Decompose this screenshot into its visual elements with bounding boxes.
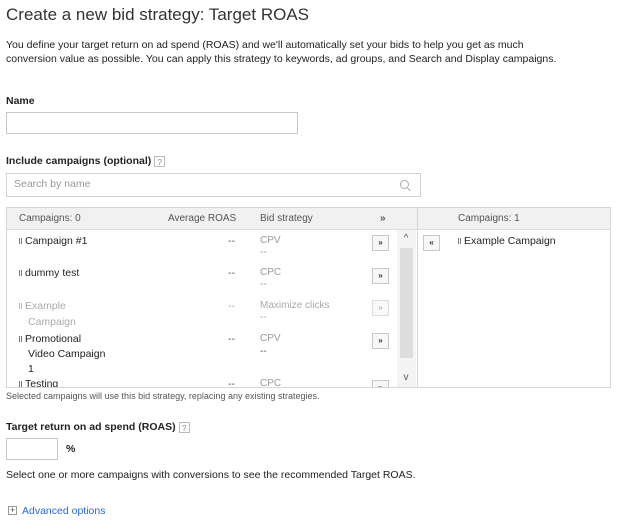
campaign-name-continued: Campaign	[28, 316, 76, 328]
search-icon	[400, 180, 409, 189]
drag-handle-icon[interactable]	[19, 238, 22, 245]
add-campaign-button[interactable]: »	[372, 380, 389, 387]
target-roas-note: Select one or more campaigns with conver…	[6, 469, 416, 481]
percent-unit: %	[66, 443, 76, 455]
campaign-bid-strategy: Maximize clicks	[260, 300, 330, 311]
selected-campaign-item[interactable]: Example Campaign	[458, 233, 556, 249]
add-all-button[interactable]: »	[380, 213, 386, 224]
campaign-list-scrollbar[interactable]: ^ v	[397, 230, 416, 387]
include-campaigns-label: Include campaigns (optional)?	[6, 155, 166, 167]
drag-handle-icon[interactable]	[458, 238, 461, 245]
include-campaigns-label-text: Include campaigns (optional)	[6, 155, 152, 167]
available-campaigns-count: Campaigns: 0	[19, 213, 81, 224]
drag-handle-icon[interactable]	[19, 336, 22, 343]
campaign-name: dummy test	[19, 265, 79, 281]
help-icon[interactable]: ?	[154, 155, 166, 167]
available-campaigns-header: Campaigns: 0 Average ROAS Bid strategy »	[7, 208, 417, 230]
average-roas-column-header: Average ROAS	[168, 213, 237, 224]
campaign-average-roas: --	[228, 300, 235, 312]
campaign-selector: Campaigns: 0 Average ROAS Bid strategy »…	[6, 207, 611, 388]
campaign-average-roas: --	[228, 267, 235, 279]
campaign-average-roas: --	[228, 333, 235, 345]
campaign-name: Campaign #1	[19, 233, 87, 249]
campaign-name-text: Testing	[25, 378, 59, 388]
target-roas-input[interactable]	[6, 438, 58, 460]
campaign-average-roas: --	[228, 235, 235, 247]
add-campaign-button: »	[372, 300, 389, 316]
name-label: Name	[6, 95, 35, 107]
campaign-name: Promotional	[19, 331, 81, 347]
campaign-bid-strategy: CPC	[260, 378, 282, 388]
scrollbar-thumb[interactable]	[400, 248, 413, 358]
remove-all-button[interactable]: «	[423, 235, 440, 251]
page-title: Create a new bid strategy: Target ROAS	[6, 5, 310, 24]
campaign-name-text: Campaign #1	[25, 235, 88, 247]
selected-campaigns-header: Campaigns: 1	[418, 208, 610, 230]
campaign-name: Testing	[19, 376, 59, 388]
campaign-search-box[interactable]	[6, 173, 421, 197]
campaign-name-text: Example	[25, 300, 66, 312]
scroll-down-icon[interactable]: v	[401, 373, 411, 383]
campaign-search-input[interactable]	[14, 178, 384, 190]
selected-campaigns-panel: Campaigns: 1 « Example Campaign	[417, 208, 610, 387]
selected-campaigns-note: Selected campaigns will use this bid str…	[6, 391, 320, 401]
available-campaigns-panel: Campaigns: 0 Average ROAS Bid strategy »…	[7, 208, 417, 387]
add-campaign-button[interactable]: »	[372, 333, 389, 349]
drag-handle-icon[interactable]	[19, 381, 22, 387]
name-input[interactable]	[6, 112, 298, 134]
campaign-bid-strategy-detail: --	[260, 279, 267, 290]
target-roas-label: Target return on ad spend (ROAS)?	[6, 421, 190, 433]
advanced-options-link[interactable]: Advanced options	[22, 505, 105, 517]
drag-handle-icon	[19, 303, 22, 310]
campaign-average-roas: --	[228, 378, 235, 388]
bid-strategy-column-header: Bid strategy	[260, 213, 313, 224]
campaign-bid-strategy-detail: --	[260, 312, 267, 323]
selected-campaign-name: Example Campaign	[464, 235, 556, 247]
scroll-up-icon[interactable]: ^	[401, 234, 411, 244]
campaign-name-text: dummy test	[25, 267, 80, 279]
campaign-bid-strategy-detail: --	[260, 346, 267, 357]
add-campaign-button[interactable]: »	[372, 235, 389, 251]
help-icon[interactable]: ?	[178, 421, 190, 433]
description-line-2: conversion value as possible. You can ap…	[6, 53, 557, 65]
description-line-1: You define your target return on ad spen…	[6, 39, 524, 51]
target-roas-label-text: Target return on ad spend (ROAS)	[6, 421, 176, 433]
drag-handle-icon[interactable]	[19, 270, 22, 277]
expand-plus-icon[interactable]: +	[8, 506, 17, 515]
add-campaign-button[interactable]: »	[372, 268, 389, 284]
campaign-name: Example	[19, 298, 66, 314]
campaign-bid-strategy-detail: --	[260, 247, 267, 258]
campaign-name-continued: 1	[28, 363, 34, 375]
campaign-name-text: Promotional	[25, 333, 82, 345]
selected-campaigns-count: Campaigns: 1	[458, 213, 520, 224]
campaign-name-continued: Video Campaign	[28, 348, 106, 360]
